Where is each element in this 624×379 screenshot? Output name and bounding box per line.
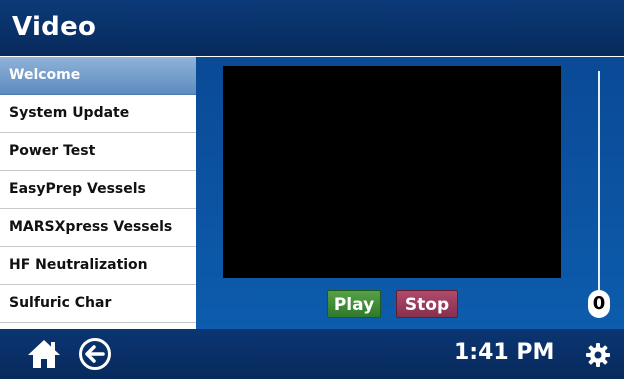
sidebar-item-sulfuric-char[interactable]: Sulfuric Char (0, 285, 196, 323)
back-arrow-icon[interactable] (78, 337, 112, 371)
sidebar-item-hf-neutralization[interactable]: HF Neutralization (0, 247, 196, 285)
home-icon[interactable] (26, 338, 62, 370)
clock-time: 1:41 PM (454, 340, 555, 365)
video-screen: Video Welcome System Update Power Test E… (0, 0, 624, 379)
sidebar-item-marsxpress-vessels[interactable]: MARSXpress Vessels (0, 209, 196, 247)
play-button[interactable]: Play (327, 290, 381, 318)
video-list-sidebar: Welcome System Update Power Test EasyPre… (0, 57, 196, 329)
gear-icon[interactable] (585, 342, 611, 368)
sidebar-item-welcome[interactable]: Welcome (0, 57, 196, 95)
page-title: Video (12, 12, 97, 42)
bottom-bar: 1:41 PM (0, 329, 624, 379)
video-player-panel: Play Stop 0 (196, 57, 624, 329)
sidebar-item-easyprep-vessels[interactable]: EasyPrep Vessels (0, 171, 196, 209)
volume-slider-handle[interactable]: 0 (588, 290, 610, 318)
sidebar-item-power-test[interactable]: Power Test (0, 133, 196, 171)
volume-slider-track[interactable] (598, 71, 600, 297)
sidebar-item-system-update[interactable]: System Update (0, 95, 196, 133)
video-display[interactable] (223, 66, 561, 278)
title-bar: Video (0, 0, 624, 56)
stop-button[interactable]: Stop (396, 290, 458, 318)
